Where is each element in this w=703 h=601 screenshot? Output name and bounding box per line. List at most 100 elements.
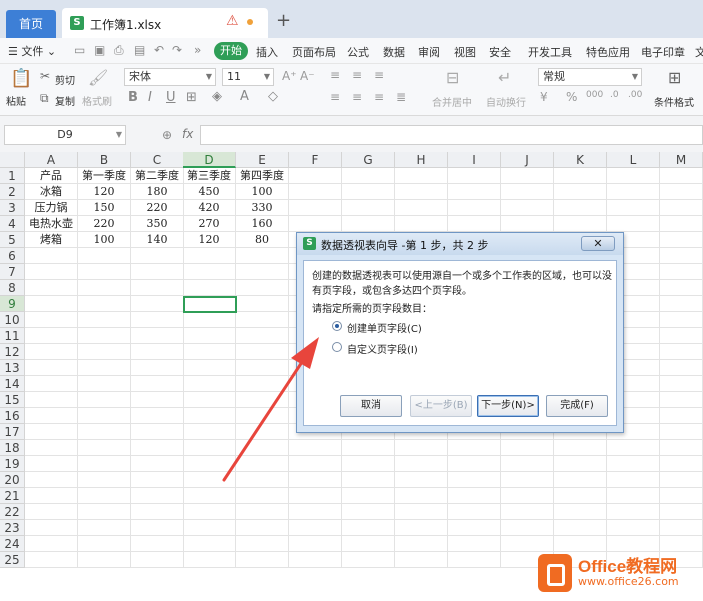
cell-a11[interactable] — [25, 328, 78, 344]
name-box[interactable]: D9 ▼ — [4, 125, 126, 145]
menu-start[interactable]: 开始 — [214, 42, 248, 60]
cell-d6[interactable] — [183, 248, 236, 264]
cell-b8[interactable] — [78, 280, 131, 296]
cell-m4[interactable] — [660, 216, 703, 232]
cell-f23[interactable] — [289, 520, 342, 536]
cell-e21[interactable] — [236, 488, 289, 504]
cell-b13[interactable] — [78, 360, 131, 376]
cell-a20[interactable] — [25, 472, 78, 488]
cell-l20[interactable] — [607, 472, 660, 488]
more-icon[interactable]: » — [194, 43, 201, 57]
cell-h23[interactable] — [395, 520, 448, 536]
cell-m20[interactable] — [660, 472, 703, 488]
paste-icon[interactable]: 📋 — [10, 68, 32, 89]
cell-i4[interactable] — [448, 216, 501, 232]
align-bottom-icon[interactable]: ≡ — [374, 68, 384, 82]
cell-m9[interactable] — [660, 296, 703, 312]
cell-k4[interactable] — [554, 216, 607, 232]
cell-b10[interactable] — [78, 312, 131, 328]
warning-icon[interactable]: ⚠ — [226, 13, 239, 29]
underline-button[interactable]: U — [166, 90, 176, 105]
radio-button-checked[interactable] — [332, 321, 342, 331]
number-format-select[interactable]: 常规 ▼ — [538, 68, 642, 86]
cell-m1[interactable] — [660, 168, 703, 184]
cell-l2[interactable] — [607, 184, 660, 200]
cell-l24[interactable] — [607, 536, 660, 552]
border-icon[interactable]: ⊞ — [186, 90, 197, 105]
menu-insert[interactable]: 插入 — [256, 44, 278, 60]
row-header-22[interactable]: 22 — [0, 504, 25, 520]
cell-g21[interactable] — [342, 488, 395, 504]
row-header-10[interactable]: 10 — [0, 312, 25, 328]
function-icon[interactable]: fx — [182, 127, 193, 141]
currency-icon[interactable]: ¥ — [540, 90, 548, 104]
cell-b2[interactable]: 120 — [78, 184, 131, 200]
cell-b7[interactable] — [78, 264, 131, 280]
merge-center-button[interactable]: 合并居中 — [432, 94, 472, 109]
cell-h22[interactable] — [395, 504, 448, 520]
row-header-14[interactable]: 14 — [0, 376, 25, 392]
cell-e11[interactable] — [236, 328, 289, 344]
cell-h24[interactable] — [395, 536, 448, 552]
cell-m6[interactable] — [660, 248, 703, 264]
column-header-c[interactable]: C — [131, 152, 184, 168]
cell-a25[interactable] — [25, 552, 78, 568]
cell-i21[interactable] — [448, 488, 501, 504]
cell-j4[interactable] — [501, 216, 554, 232]
cell-a13[interactable] — [25, 360, 78, 376]
menu-data[interactable]: 数据 — [383, 44, 405, 60]
cell-c15[interactable] — [131, 392, 184, 408]
cell-f22[interactable] — [289, 504, 342, 520]
cell-c16[interactable] — [131, 408, 184, 424]
cell-k20[interactable] — [554, 472, 607, 488]
cell-e4[interactable]: 160 — [236, 216, 289, 232]
cell-b14[interactable] — [78, 376, 131, 392]
cell-d24[interactable] — [183, 536, 236, 552]
font-name-select[interactable]: 宋体 ▼ — [124, 68, 216, 86]
cell-c17[interactable] — [131, 424, 184, 440]
column-header-b[interactable]: B — [78, 152, 131, 168]
cell-l23[interactable] — [607, 520, 660, 536]
cell-c13[interactable] — [131, 360, 184, 376]
cell-c20[interactable] — [131, 472, 184, 488]
row-header-23[interactable]: 23 — [0, 520, 25, 536]
copy-icon[interactable]: ⧉ — [40, 91, 49, 106]
row-header-1[interactable]: 1 — [0, 168, 25, 184]
cell-e1[interactable]: 第四季度 — [236, 168, 289, 184]
cell-d7[interactable] — [183, 264, 236, 280]
cell-d15[interactable] — [183, 392, 236, 408]
cell-j24[interactable] — [501, 536, 554, 552]
column-header-m[interactable]: M — [660, 152, 703, 168]
cell-c4[interactable]: 350 — [131, 216, 184, 232]
dialog-title-bar[interactable]: S 数据透视表向导 -第 1 步，共 2 步 ✕ — [297, 233, 623, 255]
cell-d14[interactable] — [183, 376, 236, 392]
cell-g24[interactable] — [342, 536, 395, 552]
cell-i20[interactable] — [448, 472, 501, 488]
column-header-h[interactable]: H — [395, 152, 448, 168]
cell-k18[interactable] — [554, 440, 607, 456]
font-color-icon[interactable]: A — [240, 89, 249, 104]
cell-c1[interactable]: 第二季度 — [131, 168, 184, 184]
cell-g20[interactable] — [342, 472, 395, 488]
justify-icon[interactable]: ≣ — [396, 90, 406, 104]
cell-b18[interactable] — [78, 440, 131, 456]
cell-l21[interactable] — [607, 488, 660, 504]
align-middle-icon[interactable]: ≡ — [352, 68, 362, 82]
cell-k24[interactable] — [554, 536, 607, 552]
cell-m15[interactable] — [660, 392, 703, 408]
percent-icon[interactable]: % — [566, 90, 577, 104]
cell-f24[interactable] — [289, 536, 342, 552]
cell-i3[interactable] — [448, 200, 501, 216]
cell-d11[interactable] — [183, 328, 236, 344]
cell-f20[interactable] — [289, 472, 342, 488]
cell-b22[interactable] — [78, 504, 131, 520]
cell-c19[interactable] — [131, 456, 184, 472]
cell-g22[interactable] — [342, 504, 395, 520]
row-header-25[interactable]: 25 — [0, 552, 25, 568]
cell-c25[interactable] — [131, 552, 184, 568]
cell-b19[interactable] — [78, 456, 131, 472]
cell-c23[interactable] — [131, 520, 184, 536]
cell-a12[interactable] — [25, 344, 78, 360]
increase-decimal-icon[interactable]: .0 — [610, 90, 619, 100]
cell-m7[interactable] — [660, 264, 703, 280]
